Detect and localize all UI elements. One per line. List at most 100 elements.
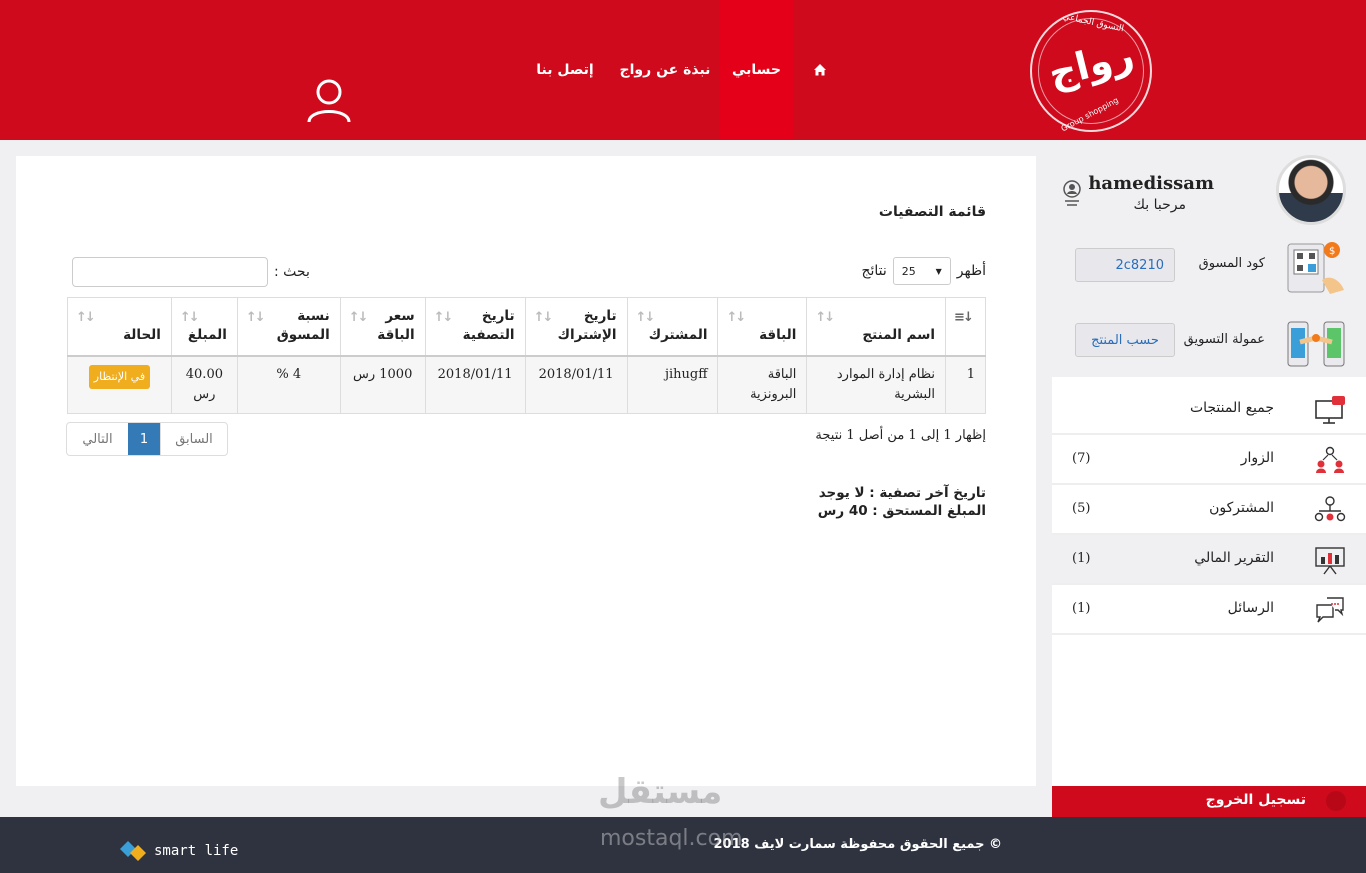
sidebar-item-label: الزوار — [1240, 450, 1274, 466]
next-page-button[interactable]: التالي — [67, 423, 128, 455]
cell-package: الباقة البرونزية — [717, 355, 808, 414]
table-header-row: ↓≡ ↓↑ اسم المنتج ↓↑ الباقة ↓↑ المشترك ↓↑ تار… — [67, 297, 986, 357]
column-header-label: تاريخ الإشتراك — [557, 307, 617, 343]
visitors-icon — [1316, 446, 1344, 473]
watermark-text: مستقل — [598, 772, 723, 812]
user-icon[interactable] — [306, 78, 352, 124]
column-header-label: اسم المنتج — [862, 326, 936, 343]
nav-contact[interactable]: إتصل بنا — [530, 0, 600, 140]
commission-field[interactable]: حسب المنتج — [1075, 323, 1175, 357]
last-settlement-text: تاريخ آخر تصفية : لا يوجد — [818, 485, 986, 501]
logout-icon — [1326, 791, 1346, 811]
column-header[interactable]: ↓↑ المبلغ — [170, 297, 238, 357]
sort-icon: ↓↑ — [179, 310, 200, 325]
welcome-text: مرحبا بك — [1133, 197, 1186, 213]
sidebar-menu: جميع المنتجات الزوار (7) المشتركون (5) ا… — [1052, 385, 1366, 635]
current-page-button[interactable]: 1 — [128, 423, 160, 455]
column-header[interactable]: ↓↑ سعر الباقة — [339, 297, 426, 357]
top-header: التسوق الجماعي رواج Group shopping حسابي… — [0, 0, 1366, 140]
commission-phones-icon — [1287, 321, 1345, 367]
sort-icon: ↓↑ — [348, 310, 369, 325]
avatar — [1276, 155, 1346, 225]
length-show-label: أظهر — [956, 263, 986, 279]
smart-life-logo-icon — [120, 841, 146, 861]
cell-subscriber: jihugff — [626, 355, 719, 414]
cell-amount: 40.00 رس — [170, 355, 238, 414]
column-header[interactable]: ↓↑ اسم المنتج — [806, 297, 947, 357]
username: hamedissam — [1088, 173, 1214, 194]
chat-icon — [1316, 597, 1344, 623]
profile-settings-icon[interactable] — [1062, 180, 1082, 208]
sidebar-item-all-products[interactable]: جميع المنتجات — [1052, 385, 1366, 435]
sort-icon: ↓↑ — [76, 310, 96, 325]
sidebar-item-label: الرسائل — [1227, 600, 1274, 616]
sort-icon: ↓↑ — [433, 310, 454, 325]
sidebar-item-count: (7) — [1072, 451, 1091, 466]
page-length-value: 25 — [901, 264, 916, 278]
brand-label: smart life — [154, 843, 239, 859]
column-header[interactable]: ↓↑ نسبة المسوق — [236, 297, 341, 357]
svg-text:$: $ — [1329, 246, 1335, 257]
site-logo[interactable]: التسوق الجماعي رواج Group shopping — [1030, 10, 1152, 133]
sort-icon: ↓↑ — [815, 310, 835, 325]
nav-about[interactable]: نبذة عن رواج — [615, 0, 715, 140]
nav-account[interactable]: حسابي — [720, 0, 793, 140]
pagination: التالي 1 السابق — [66, 422, 228, 456]
search-input[interactable] — [72, 257, 268, 287]
brand-logo[interactable]: smart life — [118, 839, 238, 863]
column-header[interactable]: ↓↑ المشترك — [626, 297, 719, 357]
amount-due-text: المبلغ المستحق : 40 رس — [817, 503, 986, 519]
sort-icon: ↓↑ — [726, 310, 746, 325]
column-header-label: تاريخ التصفية — [462, 307, 515, 343]
sort-icon: ↓↑ — [635, 310, 656, 325]
column-header-index[interactable]: ↓≡ — [945, 297, 986, 357]
previous-page-button[interactable]: السابق — [160, 423, 227, 455]
cell-settlement-date: 2018/01/11 — [424, 355, 526, 414]
page-length-select[interactable]: 25 ▼ — [892, 257, 951, 285]
nav-home[interactable] — [800, 0, 840, 140]
profile-card: hamedissam مرحبا بك $ كود المسوق 2c8210 — [1052, 140, 1366, 377]
sidebar-item-count: (5) — [1072, 501, 1091, 516]
column-header[interactable]: ↓↑ الباقة — [717, 297, 808, 357]
column-header[interactable]: ↓↑ تاريخ الإشتراك — [524, 297, 628, 357]
cell-index: 1 — [945, 355, 986, 414]
column-header[interactable]: ↓↑ تاريخ التصفية — [424, 297, 526, 357]
sidebar-item-count: (1) — [1072, 601, 1091, 616]
sidebar-item-messages[interactable]: الرسائل (1) — [1052, 585, 1366, 635]
column-header-label: نسبة المسوق — [276, 307, 330, 343]
sidebar-item-label: التقرير المالي — [1194, 550, 1274, 566]
chevron-down-icon: ▼ — [935, 266, 942, 276]
sidebar: hamedissam مرحبا بك $ كود المسوق 2c8210 — [1052, 140, 1366, 786]
status-badge: في الإنتظار — [88, 364, 151, 389]
qr-payment-icon: $ — [1287, 242, 1344, 294]
logout-label: تسجيل الخروج — [1205, 792, 1306, 808]
marketer-code-field[interactable]: 2c8210 — [1075, 248, 1175, 282]
sidebar-item-financial-report[interactable]: التقرير المالي (1) — [1052, 535, 1366, 585]
sidebar-item-visitors[interactable]: الزوار (7) — [1052, 435, 1366, 485]
column-header-label: الحالة — [123, 326, 161, 343]
column-header-label: سعر الباقة — [377, 307, 415, 343]
sort-icon: ↓≡ — [954, 310, 974, 325]
cell-subscription-date: 2018/01/11 — [524, 355, 628, 414]
copyright-text: © جميع الحقوق محفوظة سمارت لايف 2018 — [713, 837, 1002, 852]
cell-package-price: 1000 رس — [339, 355, 426, 414]
search-label: بحث : — [274, 264, 310, 280]
column-header-label: المشترك — [648, 326, 708, 343]
sidebar-item-label: جميع المنتجات — [1189, 400, 1274, 416]
monitor-icon — [1315, 396, 1345, 424]
column-header[interactable]: ↓↑ الحالة — [67, 297, 172, 357]
commission-label: عمولة التسويق — [1183, 332, 1265, 347]
chart-board-icon — [1315, 547, 1345, 575]
settlements-panel: قائمة التصفيات أظهر 25 ▼ نتائج بحث : ↓≡ … — [16, 156, 1036, 786]
cell-product: نظام إدارة الموارد البشرية — [806, 355, 947, 414]
table-info: إظهار 1 إلى 1 من أصل 1 نتيجة — [815, 428, 986, 443]
settlements-table: ↓≡ ↓↑ اسم المنتج ↓↑ الباقة ↓↑ المشترك ↓↑ تار… — [67, 297, 986, 414]
sidebar-item-subscribers[interactable]: المشتركون (5) — [1052, 485, 1366, 535]
cell-status: في الإنتظار — [67, 355, 172, 414]
sort-icon: ↓↑ — [245, 310, 266, 325]
cell-marketer-rate: 4 % — [236, 355, 341, 414]
search-control: بحث : — [72, 257, 310, 287]
logout-button[interactable]: تسجيل الخروج — [1052, 786, 1366, 817]
page-length-control: أظهر 25 ▼ نتائج — [861, 257, 986, 285]
watermark-url: mostaql.com — [600, 826, 743, 851]
